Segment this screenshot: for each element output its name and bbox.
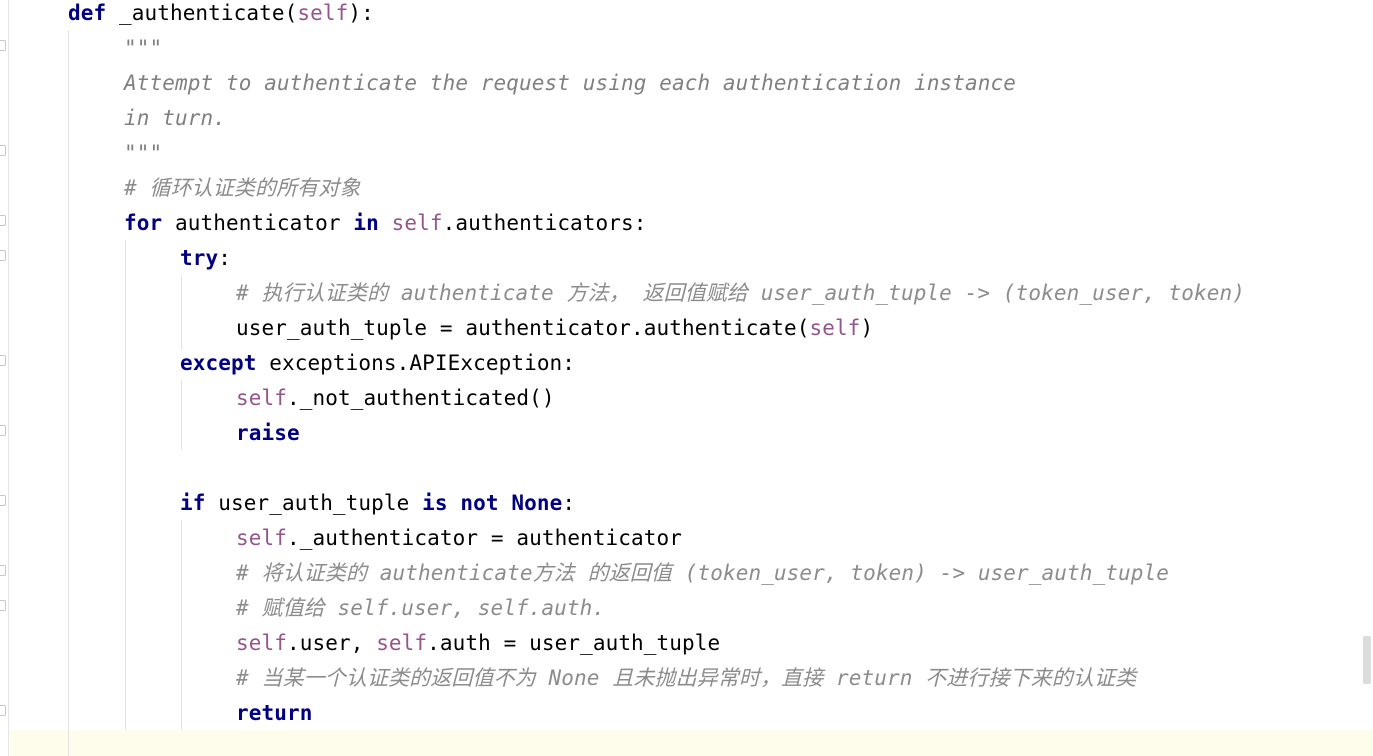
code-line[interactable]: Attempt to authenticate the request usin…: [124, 66, 1016, 101]
code-token: self: [809, 316, 861, 340]
code-token: authenticator: [162, 211, 354, 235]
code-token: raise: [236, 421, 300, 445]
code-token: exceptions.APIException:: [256, 351, 576, 375]
fold-marker-icon[interactable]: [0, 250, 7, 264]
code-line[interactable]: user_auth_tuple = authenticator.authenti…: [236, 311, 873, 346]
code-token: ): [860, 316, 874, 340]
code-token: """: [124, 36, 163, 60]
indent-guide: [125, 240, 126, 730]
code-token: user_auth_tuple = authenticator.authenti…: [236, 316, 810, 340]
fold-marker-icon[interactable]: [0, 600, 7, 614]
code-token: # 循环认证类的所有对象: [124, 176, 361, 200]
code-editor[interactable]: def _authenticate(self): """ Attempt to au…: [0, 0, 1373, 756]
code-token: # 执行认证类的 authenticate 方法， 返回值赋给 user_aut…: [236, 281, 1246, 305]
code-token: for: [124, 211, 163, 235]
code-token: Attempt to authenticate the request usin…: [124, 71, 1017, 95]
code-token: :: [218, 246, 231, 270]
code-line[interactable]: def _authenticate(self):: [68, 0, 374, 31]
code-line[interactable]: self._not_authenticated(): [236, 381, 555, 416]
code-token: # 赋值给 self.user, self.auth.: [236, 596, 606, 620]
code-token: ._not_authenticated(): [286, 386, 555, 410]
code-token: .authenticators:: [442, 211, 647, 235]
code-token: self: [297, 1, 349, 25]
code-token: return: [236, 701, 313, 725]
code-line[interactable]: raise: [236, 416, 300, 451]
fold-marker-icon[interactable]: [0, 215, 7, 229]
fold-marker-icon[interactable]: [0, 425, 7, 439]
code-token: def: [68, 1, 107, 25]
code-line[interactable]: try:: [180, 241, 231, 276]
code-token: self: [236, 631, 287, 655]
code-token: self: [391, 211, 443, 235]
code-token: in: [353, 211, 379, 235]
code-token: """: [124, 141, 163, 165]
code-line[interactable]: # 循环认证类的所有对象: [124, 171, 361, 206]
code-line[interactable]: self.user, self.auth = user_auth_tuple: [236, 626, 720, 661]
code-line[interactable]: """: [124, 31, 162, 66]
code-token: .auth = user_auth_tuple: [427, 631, 721, 655]
code-line[interactable]: """: [124, 136, 162, 171]
code-line[interactable]: for authenticator in self.authenticators…: [124, 206, 647, 241]
code-line[interactable]: return: [236, 696, 312, 731]
fold-gutter[interactable]: [0, 0, 9, 756]
code-line[interactable]: except exceptions.APIException:: [180, 346, 575, 381]
indent-guide: [181, 275, 182, 350]
code-token: user_auth_tuple: [205, 491, 423, 515]
current-line-highlight: [9, 730, 1373, 756]
code-token: ._authenticator = authenticator: [286, 526, 683, 550]
fold-marker-icon[interactable]: [0, 145, 7, 159]
code-token: :: [562, 491, 576, 515]
code-token: self: [376, 631, 428, 655]
code-token: if: [180, 491, 206, 515]
code-token: # 将认证类的 authenticate方法 的返回值 (token_user,…: [236, 561, 1169, 585]
code-token: # 当某一个认证类的返回值不为 None 且未抛出异常时，直接 return 不…: [236, 666, 1137, 690]
code-token: .user,: [286, 631, 377, 655]
fold-marker-icon[interactable]: [0, 355, 7, 369]
code-line[interactable]: # 当某一个认证类的返回值不为 None 且未抛出异常时，直接 return 不…: [236, 661, 1136, 696]
code-token: None: [511, 491, 563, 515]
code-line[interactable]: in turn.: [124, 101, 226, 136]
code-token: not: [460, 491, 499, 515]
code-token: self: [236, 386, 287, 410]
code-token: try: [180, 246, 219, 270]
code-token: except: [180, 351, 257, 375]
indent-guide: [181, 380, 182, 450]
code-token: in turn.: [124, 106, 226, 130]
fold-marker-icon[interactable]: [0, 705, 7, 719]
fold-marker-icon[interactable]: [0, 495, 7, 509]
code-line[interactable]: self._authenticator = authenticator: [236, 521, 682, 556]
fold-marker-icon[interactable]: [0, 40, 7, 54]
indent-guide: [68, 30, 69, 756]
vertical-scrollbar-thumb[interactable]: [1363, 636, 1371, 684]
code-token: _authenticate(: [106, 1, 298, 25]
code-line[interactable]: # 执行认证类的 authenticate 方法， 返回值赋给 user_aut…: [236, 276, 1245, 311]
code-token: ):: [348, 1, 374, 25]
code-line[interactable]: if user_auth_tuple is not None:: [180, 486, 575, 521]
code-token: is: [422, 491, 448, 515]
code-line[interactable]: # 赋值给 self.user, self.auth.: [236, 591, 605, 626]
code-line[interactable]: # 将认证类的 authenticate方法 的返回值 (token_user,…: [236, 556, 1169, 591]
code-token: self: [236, 526, 287, 550]
fold-marker-icon[interactable]: [0, 565, 7, 579]
indent-guide: [181, 520, 182, 730]
